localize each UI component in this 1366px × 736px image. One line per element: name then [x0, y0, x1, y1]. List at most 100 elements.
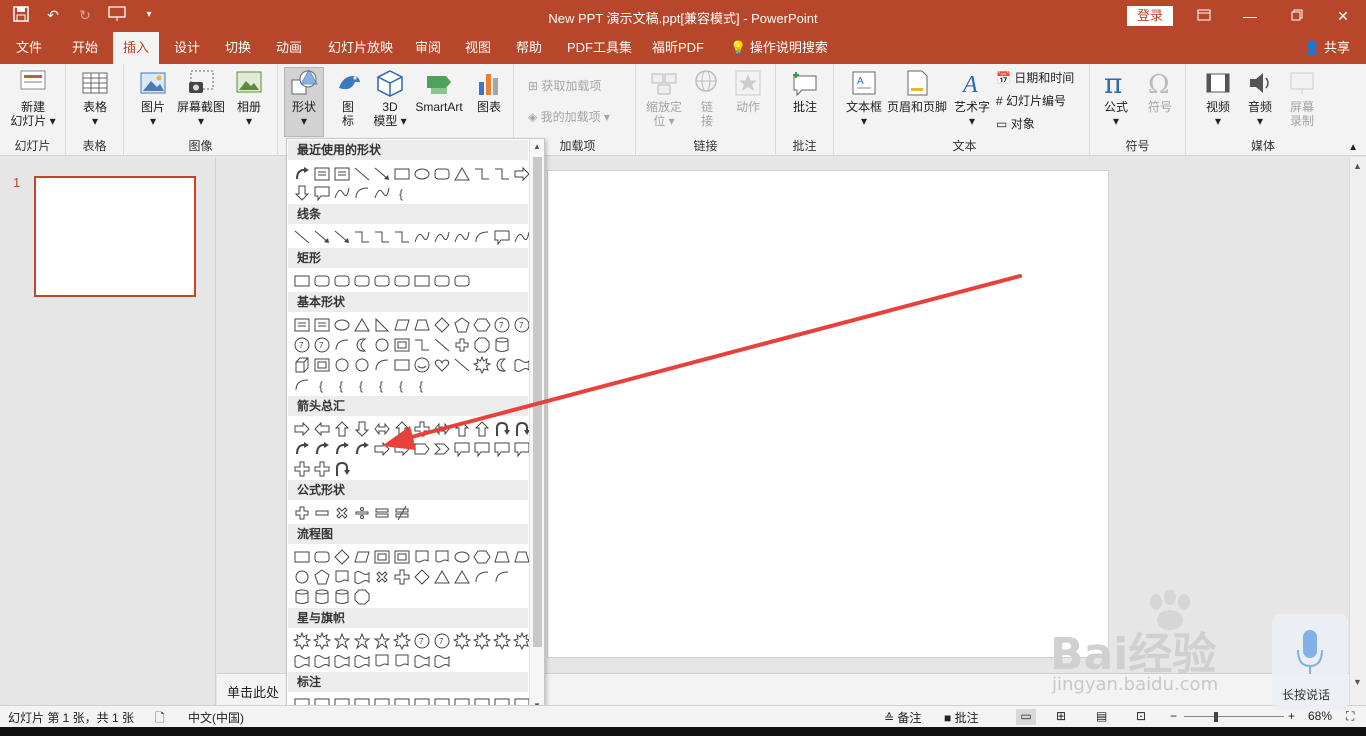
new-slide-button[interactable]: 新建 幻灯片 ▾ [6, 68, 60, 128]
shape-textbox-icon[interactable] [313, 165, 331, 183]
shape-callout-icon[interactable] [493, 440, 511, 458]
shape-frame-icon[interactable] [313, 356, 331, 374]
zoom-out-icon[interactable]: − [1170, 709, 1177, 723]
shape-pent-icon[interactable] [453, 316, 471, 334]
shape-wave-icon[interactable] [293, 652, 311, 670]
wordart-button[interactable]: A 艺术字 ▾ [950, 68, 994, 128]
shape-burst-icon[interactable] [492, 631, 512, 651]
fit-slide-icon[interactable]: ⛶ [1346, 709, 1354, 724]
shape-mult-icon[interactable] [333, 504, 351, 522]
table-button[interactable]: 表格 ▾ [76, 68, 114, 128]
shape-rarrow-icon[interactable] [373, 440, 391, 458]
shape-heart-icon[interactable] [433, 356, 451, 374]
shape-rect-icon[interactable] [293, 272, 311, 290]
video-button[interactable]: 视频 ▾ [1198, 68, 1238, 128]
shape-callout-icon[interactable] [473, 440, 491, 458]
tab-view[interactable]: 视图 [455, 32, 501, 64]
tell-me-search[interactable]: 💡 操作说明搜索 [720, 32, 838, 64]
shape-oval-icon[interactable] [453, 548, 471, 566]
shape-elbow-icon[interactable] [373, 228, 391, 246]
equation-button[interactable]: π 公式 ▾ [1096, 68, 1136, 128]
shape-smile-icon[interactable] [413, 356, 431, 374]
zoom-in-icon[interactable]: + [1288, 709, 1295, 723]
tab-help[interactable]: 帮助 [506, 32, 552, 64]
shape-diamond-icon[interactable] [433, 316, 451, 334]
vertical-scrollbar[interactable]: ▲ ▼ [1349, 157, 1366, 705]
tab-review[interactable]: 审阅 [405, 32, 451, 64]
action-button[interactable]: 动作 [728, 68, 768, 114]
shape-rrect-icon[interactable] [313, 548, 331, 566]
shape-div-icon[interactable] [353, 504, 371, 522]
shape-rtri-icon[interactable] [373, 316, 391, 334]
shape-cross-icon[interactable] [313, 460, 331, 478]
shape-hex-icon[interactable] [473, 316, 491, 334]
shape-doc-icon[interactable] [433, 548, 451, 566]
shape-arc-icon[interactable] [493, 568, 511, 586]
shape-num-icon[interactable]: 7 [493, 316, 511, 334]
shape-pent-icon[interactable] [313, 568, 331, 586]
shape-star-icon[interactable] [373, 632, 391, 650]
shape-num-icon[interactable]: 7 [293, 336, 311, 354]
shape-curve-icon[interactable] [333, 184, 351, 202]
shape-line-icon[interactable] [353, 165, 371, 183]
shape-line-icon[interactable] [453, 356, 471, 374]
shape-darrow-icon[interactable] [293, 184, 311, 202]
shape-circle-icon[interactable] [373, 336, 391, 354]
normal-view-icon[interactable]: ▭ [1016, 709, 1036, 725]
shape-curvearrow-icon[interactable] [353, 440, 371, 458]
tab-slideshow[interactable]: 幻灯片放映 [318, 32, 403, 64]
shape-curvearrow-icon[interactable] [293, 165, 311, 183]
header-footer-button[interactable]: 页眉和页脚 [886, 68, 948, 114]
shape-cross-icon[interactable] [393, 568, 411, 586]
shape-circle-icon[interactable] [293, 568, 311, 586]
shape-star-icon[interactable] [333, 632, 351, 650]
notes-toggle[interactable]: ≙ 备注 [884, 709, 921, 726]
shape-textbox-icon[interactable] [333, 165, 351, 183]
shape-mult-icon[interactable] [373, 568, 391, 586]
shape-wave-icon[interactable] [313, 652, 331, 670]
collapse-ribbon-icon[interactable]: ▲ [1348, 142, 1358, 153]
shape-darrow-icon[interactable] [353, 420, 371, 438]
shape-diamond-icon[interactable] [333, 548, 351, 566]
shape-para-icon[interactable] [393, 316, 411, 334]
shape-elbow-icon[interactable] [393, 228, 411, 246]
shape-circle-icon[interactable] [353, 356, 371, 374]
shape-arc-icon[interactable] [473, 568, 491, 586]
shape-wave-icon[interactable] [433, 652, 451, 670]
object-button[interactable]: ▭ 对象 [996, 116, 1035, 132]
shape-lrarrow-icon[interactable] [373, 420, 391, 438]
shape-curvearrow-icon[interactable] [333, 440, 351, 458]
shape-frame-icon[interactable] [373, 548, 391, 566]
symbol-button[interactable]: Ω 符号 [1140, 68, 1180, 114]
icons-button[interactable]: 图 标 [328, 68, 368, 128]
shape-lrarrow-icon[interactable] [433, 420, 451, 438]
shape-brace-icon[interactable]: { [313, 376, 331, 394]
shape-burst-icon[interactable] [472, 355, 492, 375]
shape-rrect-icon[interactable] [433, 272, 451, 290]
shape-textbox-icon[interactable] [313, 316, 331, 334]
shape-minus-icon[interactable] [313, 504, 331, 522]
shape-elbow-icon[interactable] [473, 165, 491, 183]
tab-insert[interactable]: 插入 [113, 32, 160, 64]
shape-curve-icon[interactable] [413, 228, 431, 246]
chart-button[interactable]: 图表 [470, 68, 508, 114]
shape-line-icon[interactable] [293, 228, 311, 246]
shape-cyl-icon[interactable] [293, 588, 311, 606]
shape-diamond-icon[interactable] [413, 568, 431, 586]
shape-wave-icon[interactable] [353, 568, 371, 586]
voice-input-button[interactable]: 长按说话 [1272, 614, 1348, 710]
shape-arc-icon[interactable] [473, 228, 491, 246]
shape-arc-icon[interactable] [373, 356, 391, 374]
zoom-button[interactable]: 缩放定 位 ▾ [640, 68, 688, 128]
shape-frame-icon[interactable] [393, 336, 411, 354]
zoom-level[interactable]: 68% [1308, 709, 1332, 723]
shape-plus-icon[interactable] [453, 336, 471, 354]
ribbon-display-options-icon[interactable] [1194, 6, 1214, 26]
shape-frame-icon[interactable] [393, 548, 411, 566]
shape-brace-icon[interactable]: { [393, 376, 411, 394]
gallery-scroll-up-icon[interactable]: ▲ [533, 142, 541, 151]
shape-callout-icon[interactable] [453, 440, 471, 458]
shape-arrowline-icon[interactable] [373, 165, 391, 183]
shape-elbow-icon[interactable] [353, 228, 371, 246]
screen-recording-button[interactable]: 屏幕 录制 [1282, 68, 1322, 128]
